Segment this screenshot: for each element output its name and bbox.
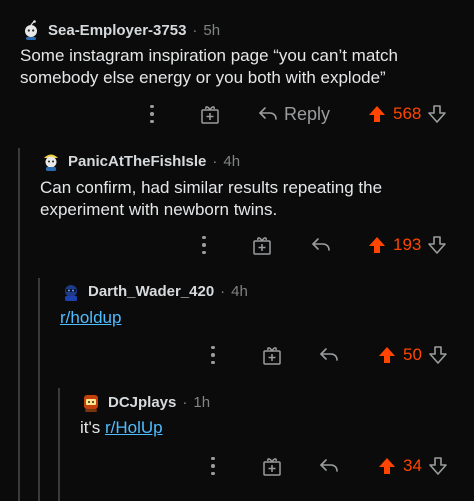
award-icon[interactable] (261, 455, 283, 477)
comment-1-actions: Reply 568 (0, 100, 474, 128)
comment-1-header: Sea-Employer-3753 · 5h (20, 19, 220, 41)
vote-controls: 193 (367, 231, 447, 259)
thread-line-level-1[interactable] (18, 148, 20, 501)
upvote-arrow-icon[interactable] (377, 345, 397, 365)
more-options-icon[interactable] (142, 102, 162, 126)
more-options-icon[interactable] (194, 233, 214, 257)
downvote-arrow-icon[interactable] (427, 235, 447, 255)
user-avatar-icon[interactable] (40, 150, 62, 172)
subreddit-link[interactable]: r/HolUp (105, 418, 163, 437)
comment-4-body: it's r/HolUp (80, 417, 163, 439)
timestamp: 4h (231, 282, 248, 300)
separator-dot: · (192, 21, 198, 39)
vote-score: 568 (393, 104, 422, 123)
comment-3-actions: 50 (0, 341, 474, 369)
user-avatar-icon[interactable] (60, 280, 82, 302)
downvote-arrow-icon[interactable] (428, 456, 448, 476)
downvote-arrow-icon[interactable] (427, 104, 447, 124)
upvote-arrow-icon[interactable] (367, 235, 387, 255)
timestamp: 5h (203, 21, 221, 39)
award-icon[interactable] (199, 103, 221, 125)
username[interactable]: DCJplays (108, 394, 176, 411)
comment-1-body: Some instagram inspiration page “you can… (20, 46, 398, 87)
comment-3-header: Darth_Wader_420 · 4h (60, 280, 248, 302)
user-avatar-icon[interactable] (20, 19, 42, 41)
subreddit-link[interactable]: r/holdup (60, 308, 121, 327)
reply-button[interactable]: Reply (258, 100, 330, 128)
comment-3-body: r/holdup (60, 307, 121, 329)
username[interactable]: Sea-Employer-3753 (48, 22, 186, 39)
user-avatar-icon[interactable] (80, 391, 102, 413)
upvote-arrow-icon[interactable] (377, 456, 397, 476)
award-icon[interactable] (261, 344, 283, 366)
comment-text: it's (80, 418, 105, 437)
upvote-arrow-icon[interactable] (367, 104, 387, 124)
comment-2-header: PanicAtTheFishIsle · 4h (40, 150, 240, 172)
separator-dot: · (182, 393, 188, 411)
separator-dot: · (212, 152, 218, 170)
reply-arrow-icon[interactable] (311, 236, 331, 254)
thread-line-level-3[interactable] (58, 388, 60, 501)
comment-2-body: Can confirm, had similar results repeati… (40, 178, 383, 219)
comment-2-actions: 193 (0, 231, 474, 259)
comment-4-header: DCJplays · 1h (80, 391, 210, 413)
vote-controls: 50 (377, 341, 448, 369)
vote-score: 193 (393, 235, 422, 254)
timestamp: 4h (223, 152, 241, 170)
vote-score: 34 (403, 456, 422, 475)
reply-arrow-icon (259, 107, 277, 120)
reply-label: Reply (284, 103, 331, 124)
vote-controls: 34 (377, 452, 448, 480)
vote-score: 50 (403, 345, 422, 364)
award-icon[interactable] (251, 234, 273, 256)
separator-dot: · (220, 282, 226, 300)
downvote-arrow-icon[interactable] (428, 345, 448, 365)
comment-4-actions: 34 (0, 452, 474, 480)
timestamp: 1h (193, 393, 211, 411)
username[interactable]: PanicAtTheFishIsle (68, 153, 206, 170)
reply-arrow-icon[interactable] (319, 346, 339, 364)
reply-arrow-icon[interactable] (319, 457, 339, 475)
more-options-icon[interactable] (203, 343, 223, 367)
username[interactable]: Darth_Wader_420 (88, 283, 214, 300)
more-options-icon[interactable] (203, 454, 223, 478)
vote-controls: 568 (367, 100, 447, 128)
